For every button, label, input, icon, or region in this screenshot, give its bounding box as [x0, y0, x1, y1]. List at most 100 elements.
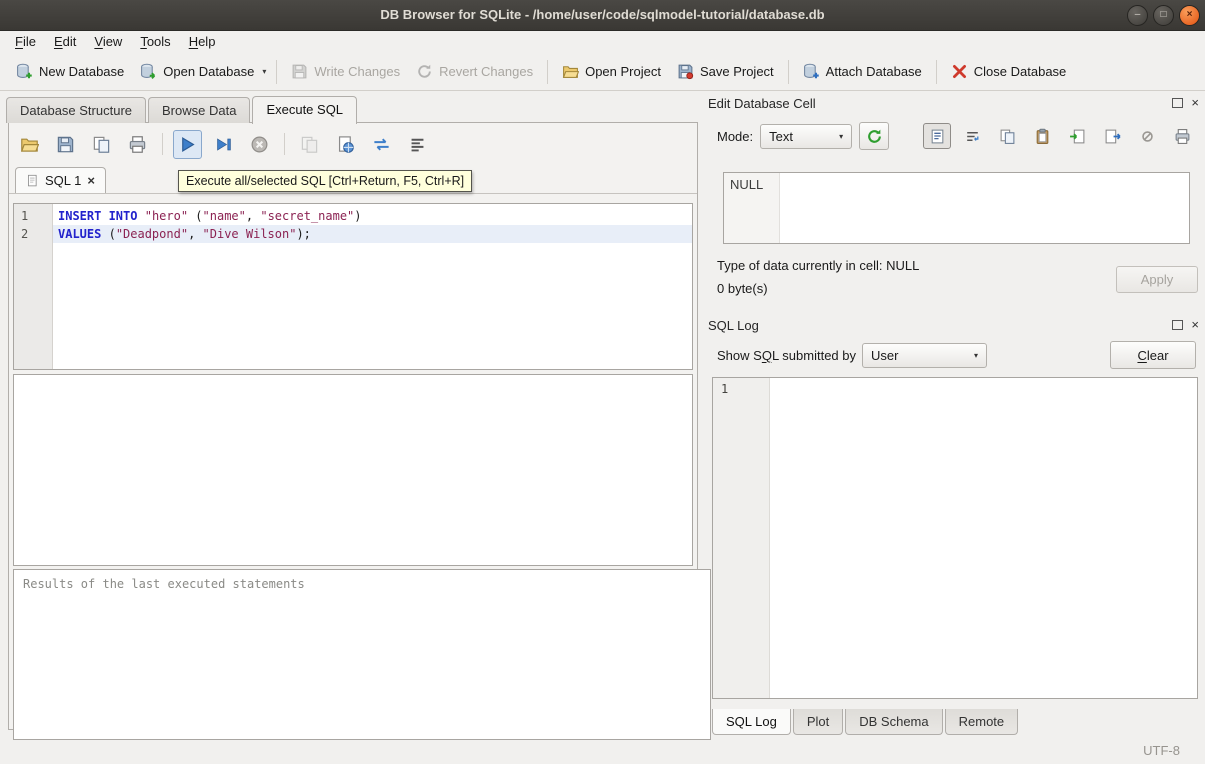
print-cell-button[interactable] — [1168, 123, 1196, 149]
menu-edit[interactable]: Edit — [45, 31, 85, 52]
close-dock-icon[interactable]: × — [1191, 320, 1199, 330]
text-mode-icon — [929, 128, 946, 145]
text-mode-button[interactable] — [923, 123, 951, 149]
copy-icon — [999, 128, 1016, 145]
sql-log-header: SQL Log × — [708, 314, 1199, 336]
paste-cell-button[interactable] — [1028, 123, 1056, 149]
app-window: DB Browser for SQLite - /home/user/code/… — [0, 0, 1205, 764]
cell-type-info: Type of data currently in cell: NULL — [717, 258, 919, 273]
execute-tooltip: Execute all/selected SQL [Ctrl+Return, F… — [178, 170, 472, 192]
attach-database-label: Attach Database — [826, 64, 922, 79]
tab-db-schema[interactable]: DB Schema — [845, 709, 942, 735]
toolbar-separator — [547, 60, 548, 84]
encoding-indicator[interactable]: UTF-8 — [1143, 743, 1180, 758]
sql-toolbar — [15, 127, 693, 161]
save-sql-file-button[interactable] — [51, 130, 80, 159]
apply-format-button[interactable] — [859, 122, 889, 150]
menu-help[interactable]: Help — [180, 31, 225, 52]
save-project-button[interactable]: Save Project — [669, 58, 782, 85]
tab-plot[interactable]: Plot — [793, 709, 843, 735]
attach-database-button[interactable]: Attach Database — [795, 58, 930, 85]
window-title: DB Browser for SQLite - /home/user/code/… — [110, 0, 1095, 30]
float-dock-icon[interactable] — [1172, 320, 1183, 330]
word-wrap-button[interactable] — [367, 130, 396, 159]
write-changes-button[interactable]: Write Changes — [283, 58, 408, 85]
close-database-label: Close Database — [974, 64, 1067, 79]
word-wrap-icon — [372, 135, 391, 154]
toolbar-separator — [936, 60, 937, 84]
menu-tools[interactable]: Tools — [131, 31, 179, 52]
format-sql-button[interactable] — [403, 130, 432, 159]
set-null-icon — [1139, 128, 1156, 145]
new-database-icon — [16, 63, 33, 80]
results-grid[interactable] — [13, 374, 693, 566]
close-button[interactable]: × — [1179, 5, 1200, 26]
sql-tab-close-icon[interactable]: × — [87, 175, 95, 186]
revert-changes-button[interactable]: Revert Changes — [408, 58, 541, 85]
export-cell-button[interactable] — [1098, 123, 1126, 149]
close-database-icon — [951, 63, 968, 80]
sql-tab[interactable]: SQL 1 × — [15, 167, 106, 193]
main-toolbar: New Database Open Database ▾ Write Chang… — [0, 53, 1205, 91]
close-database-button[interactable]: Close Database — [943, 58, 1075, 85]
toolbar-separator — [284, 133, 285, 155]
revert-changes-label: Revert Changes — [439, 64, 533, 79]
tab-sql-log[interactable]: SQL Log — [712, 709, 791, 735]
save-project-label: Save Project — [700, 64, 774, 79]
maximize-button[interactable]: □ — [1153, 5, 1174, 26]
edit-cell-header: Edit Database Cell × — [708, 92, 1199, 114]
tab-execute-sql[interactable]: Execute SQL — [252, 96, 357, 124]
execute-line-button[interactable] — [209, 130, 238, 159]
sql-editor[interactable]: 1 2 INSERT INTO "hero" ("name", "secret_… — [13, 203, 693, 370]
toolbar-separator — [162, 133, 163, 155]
sql-code-area[interactable]: INSERT INTO "hero" ("name", "secret_name… — [53, 204, 692, 369]
write-changes-label: Write Changes — [314, 64, 400, 79]
open-sql-file-icon — [20, 135, 39, 154]
sql-log-area[interactable]: 1 — [712, 377, 1198, 699]
export-button[interactable] — [295, 130, 324, 159]
log-filter-dropdown[interactable]: User ▾ — [862, 343, 987, 368]
toolbar-separator — [788, 60, 789, 84]
word-wrap-cell-button[interactable] — [958, 123, 986, 149]
open-database-dropdown-arrow[interactable]: ▾ — [262, 62, 270, 81]
tab-browse-data[interactable]: Browse Data — [148, 97, 250, 123]
save-results-icon — [92, 135, 111, 154]
clear-log-button[interactable]: Clear — [1110, 341, 1196, 369]
chevron-down-icon: ▾ — [839, 132, 843, 141]
menu-file[interactable]: File — [6, 31, 45, 52]
tab-database-structure[interactable]: Database Structure — [6, 97, 146, 123]
log-line-number: 1 — [721, 382, 728, 396]
open-database-button[interactable]: Open Database — [132, 58, 262, 85]
close-dock-icon[interactable]: × — [1191, 98, 1199, 108]
results-placeholder: Results of the last executed statements — [23, 577, 305, 591]
print-icon — [1174, 128, 1191, 145]
float-dock-icon[interactable] — [1172, 98, 1183, 108]
open-sql-file-button[interactable] — [15, 130, 44, 159]
tab-remote[interactable]: Remote — [945, 709, 1019, 735]
save-results-button[interactable] — [87, 130, 116, 159]
minimize-button[interactable]: – — [1127, 5, 1148, 26]
execute-sql-panel: SQL 1 × Execute all/selected SQL [Ctrl+R… — [8, 122, 698, 730]
find-icon — [336, 135, 355, 154]
mode-value: Text — [769, 129, 793, 144]
stop-execution-button[interactable] — [245, 130, 274, 159]
open-project-button[interactable]: Open Project — [554, 58, 669, 85]
open-project-icon — [562, 63, 579, 80]
right-dock: Edit Database Cell × Mode: Text ▾ — [704, 90, 1205, 746]
set-null-button[interactable] — [1133, 123, 1161, 149]
apply-button[interactable]: Apply — [1116, 266, 1198, 293]
mode-label: Mode: — [717, 129, 753, 144]
new-database-button[interactable]: New Database — [8, 58, 132, 85]
results-message-area[interactable]: Results of the last executed statements — [13, 569, 711, 740]
print-sql-button[interactable] — [123, 130, 152, 159]
execute-all-button[interactable] — [173, 130, 202, 159]
copy-cell-button[interactable] — [993, 123, 1021, 149]
import-cell-button[interactable] — [1063, 123, 1091, 149]
execute-all-icon — [178, 135, 197, 154]
menu-view[interactable]: View — [85, 31, 131, 52]
cell-value-editor[interactable]: NULL — [723, 172, 1190, 244]
mode-dropdown[interactable]: Text ▾ — [760, 124, 852, 149]
new-database-label: New Database — [39, 64, 124, 79]
edit-cell-title: Edit Database Cell — [708, 96, 816, 111]
find-button[interactable] — [331, 130, 360, 159]
